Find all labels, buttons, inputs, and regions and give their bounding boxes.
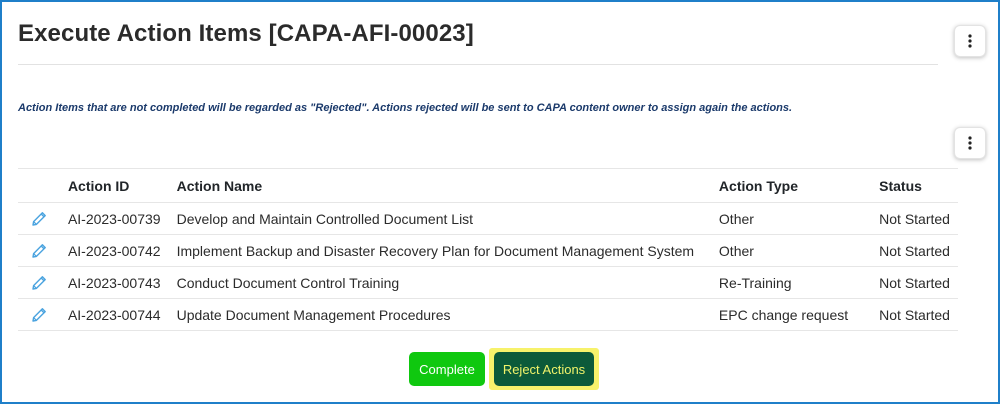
column-header-action-type[interactable]: Action Type — [710, 168, 872, 203]
column-header-status[interactable]: Status — [871, 168, 958, 203]
cell-action-name: Update Document Management Procedures — [168, 298, 711, 331]
cell-status: Not Started — [871, 234, 958, 267]
column-header-action-name[interactable]: Action Name — [168, 168, 711, 203]
table-header-row: Action ID Action Name Action Type Status — [18, 168, 958, 203]
cell-action-type: EPC change request — [710, 298, 872, 331]
table-row[interactable]: AI-2023-00742 Implement Backup and Disas… — [18, 234, 958, 267]
grid-menu-button[interactable] — [954, 127, 986, 159]
complete-button[interactable]: Complete — [409, 352, 485, 386]
table-row[interactable]: AI-2023-00743 Conduct Document Control T… — [18, 266, 958, 299]
column-header-edit — [18, 168, 60, 203]
pencil-edit-icon[interactable] — [29, 305, 49, 325]
edit-cell[interactable] — [18, 202, 60, 235]
cell-action-type: Other — [710, 202, 872, 235]
cell-action-name: Implement Backup and Disaster Recovery P… — [168, 234, 711, 267]
cell-action-type: Other — [710, 234, 872, 267]
cell-status: Not Started — [871, 266, 958, 299]
cell-status: Not Started — [871, 298, 958, 331]
action-items-table: Action ID Action Name Action Type Status… — [18, 168, 958, 331]
cell-status: Not Started — [871, 202, 958, 235]
kebab-vertical-icon — [968, 136, 972, 150]
cell-action-id: AI-2023-00739 — [59, 202, 169, 235]
cell-action-name: Conduct Document Control Training — [168, 266, 711, 299]
cell-action-id: AI-2023-00742 — [59, 234, 169, 267]
edit-cell[interactable] — [18, 298, 60, 331]
pencil-edit-icon[interactable] — [29, 209, 49, 229]
column-header-action-id[interactable]: Action ID — [59, 168, 169, 203]
dialog-frame: Execute Action Items [CAPA-AFI-00023] Ac… — [0, 0, 1000, 404]
pencil-edit-icon[interactable] — [29, 241, 49, 261]
reject-actions-button[interactable]: Reject Actions — [494, 352, 594, 386]
cell-action-id: AI-2023-00743 — [59, 266, 169, 299]
cell-action-type: Re-Training — [710, 266, 872, 299]
edit-cell[interactable] — [18, 266, 60, 299]
page-title: Execute Action Items [CAPA-AFI-00023] — [18, 20, 474, 47]
header-menu-button[interactable] — [954, 25, 986, 57]
title-divider — [18, 64, 938, 65]
rejection-notice: Action Items that are not completed will… — [18, 102, 793, 114]
pencil-edit-icon[interactable] — [29, 273, 49, 293]
cell-action-id: AI-2023-00744 — [59, 298, 169, 331]
table-row[interactable]: AI-2023-00739 Develop and Maintain Contr… — [18, 202, 958, 235]
cell-action-name: Develop and Maintain Controlled Document… — [168, 202, 711, 235]
table-row[interactable]: AI-2023-00744 Update Document Management… — [18, 298, 958, 331]
kebab-vertical-icon — [968, 34, 972, 48]
edit-cell[interactable] — [18, 234, 60, 267]
